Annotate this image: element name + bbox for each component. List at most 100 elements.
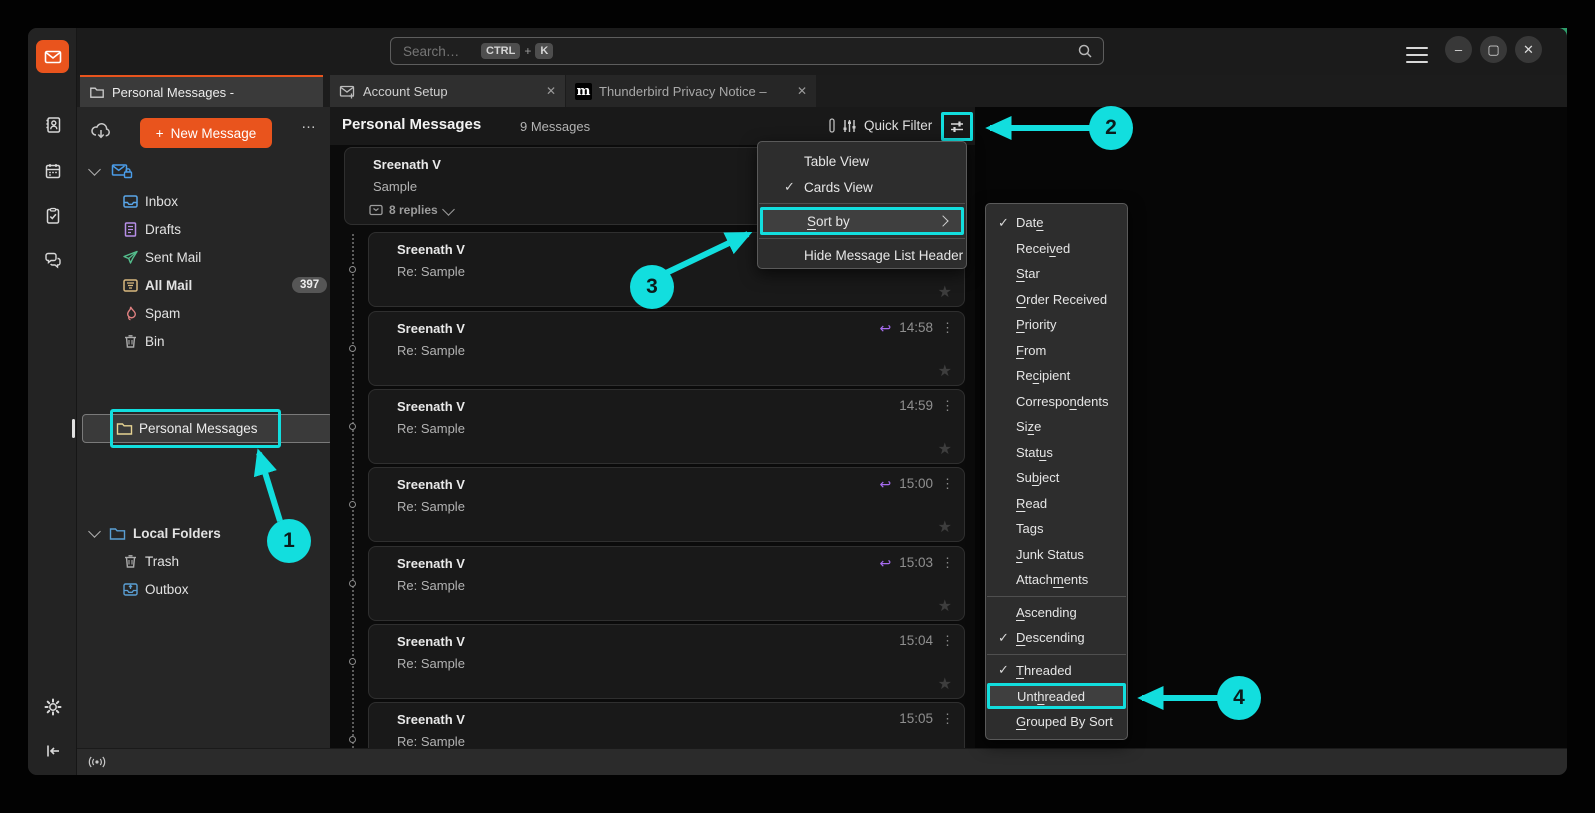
- sidebar-item-all-mail[interactable]: All Mail 397: [77, 271, 330, 299]
- kebab-menu-icon[interactable]: ⋮: [941, 712, 954, 725]
- close-button[interactable]: ✕: [1515, 36, 1542, 63]
- menu-item-recipient[interactable]: Recipient: [986, 363, 1127, 389]
- menu-item-threaded[interactable]: ✓Threaded: [986, 658, 1127, 684]
- sender-name: Sreenath V: [397, 556, 465, 571]
- message-subject: Re: Sample: [397, 578, 465, 593]
- trash-icon: [122, 553, 139, 570]
- message-list-display-options-button[interactable]: [941, 112, 973, 141]
- thread-node: [349, 580, 356, 587]
- app-menu-icon[interactable]: [1406, 42, 1428, 60]
- menu-item-from[interactable]: From: [986, 338, 1127, 364]
- menu-item-label: Unthreaded: [1017, 689, 1085, 704]
- kebab-menu-icon[interactable]: ⋮: [941, 556, 954, 569]
- menu-item-cards-view[interactable]: ✓ Cards View: [758, 174, 966, 200]
- menu-item-label: Hide Message List Header: [804, 248, 963, 263]
- message-card[interactable]: Sreenath V Re: Sample 15:04⋮ ★: [368, 624, 965, 699]
- folder-label: Spam: [145, 306, 180, 321]
- kebab-menu-icon[interactable]: ⋮: [941, 634, 954, 647]
- message-card[interactable]: Sreenath V Re: Sample ↩15:00⋮ ★: [368, 467, 965, 542]
- menu-item-label: Descending: [1016, 630, 1085, 645]
- global-search[interactable]: CTRL + K: [390, 37, 1104, 65]
- menu-item-star[interactable]: Star: [986, 261, 1127, 287]
- menu-item-order-received[interactable]: Order Received: [986, 287, 1127, 313]
- settings-button[interactable]: [36, 690, 69, 723]
- menu-item-correspondents[interactable]: Correspondents: [986, 389, 1127, 415]
- star-icon[interactable]: ★: [938, 439, 952, 459]
- menu-item-hide-message-list-header[interactable]: Hide Message List Header: [758, 242, 966, 268]
- sidebar-item-bin[interactable]: Bin: [77, 327, 330, 355]
- kebab-menu-icon[interactable]: ⋮: [941, 399, 954, 412]
- menu-item-unthreaded[interactable]: Unthreaded: [987, 683, 1126, 709]
- quick-filter-label[interactable]: Quick Filter: [864, 118, 932, 133]
- chevron-down-icon[interactable]: [88, 525, 101, 538]
- message-subject: Re: Sample: [397, 656, 465, 671]
- collapse-toolbar-button[interactable]: [36, 734, 69, 767]
- menu-item-received[interactable]: Received: [986, 236, 1127, 262]
- new-message-button[interactable]: + New Message: [140, 118, 272, 148]
- kebab-menu-icon[interactable]: ⋮: [941, 321, 954, 334]
- sidebar-item-drafts[interactable]: Drafts: [77, 215, 330, 243]
- tab-account-setup[interactable]: Account Setup ✕: [330, 75, 565, 107]
- thread-replies-toggle[interactable]: 8 replies: [369, 203, 453, 217]
- kebab-menu-icon[interactable]: ⋮: [941, 477, 954, 490]
- tab-bar: Personal Messages - Account Setup ✕ m Th…: [77, 75, 1567, 107]
- star-icon[interactable]: ★: [938, 361, 952, 381]
- mail-space-button[interactable]: [36, 40, 69, 73]
- message-card[interactable]: Sreenath V Re: Sample 14:59⋮ ★: [368, 389, 965, 464]
- sidebar-item-inbox[interactable]: Inbox: [77, 187, 330, 215]
- calendar-space-button[interactable]: [36, 154, 69, 187]
- tab-privacy-notice[interactable]: m Thunderbird Privacy Notice – ✕: [566, 75, 816, 107]
- menu-item-size[interactable]: Size: [986, 414, 1127, 440]
- menu-item-grouped-by-sort[interactable]: Grouped By Sort: [986, 709, 1127, 735]
- menu-item-tags[interactable]: Tags: [986, 516, 1127, 542]
- message-subject: Re: Sample: [397, 734, 465, 748]
- sidebar-item-sent[interactable]: Sent Mail: [77, 243, 330, 271]
- sender-name: Sreenath V: [397, 242, 465, 257]
- k-key-badge: K: [535, 43, 553, 59]
- tab-close-icon[interactable]: ✕: [789, 84, 807, 98]
- message-card[interactable]: Sreenath V Re: Sample ↩14:58⋮ ★: [368, 311, 965, 386]
- tab-close-icon[interactable]: ✕: [538, 84, 556, 98]
- message-card[interactable]: Sreenath V Re: Sample 15:05⋮: [368, 702, 965, 748]
- replies-icon: [369, 204, 383, 216]
- message-subject: Re: Sample: [397, 343, 465, 358]
- menu-item-ascending[interactable]: Ascending: [986, 600, 1127, 626]
- minimize-button[interactable]: –: [1445, 36, 1472, 63]
- message-card[interactable]: Sreenath V Re: Sample ↩15:03⋮ ★: [368, 546, 965, 621]
- menu-item-label: Star: [1016, 266, 1040, 281]
- tasks-space-button[interactable]: [36, 199, 69, 232]
- folder-pane-options-icon[interactable]: …: [301, 115, 317, 132]
- annotation-box-personal-messages: [110, 409, 281, 448]
- sidebar-item-outbox[interactable]: Outbox: [77, 575, 330, 603]
- menu-item-subject[interactable]: Subject: [986, 465, 1127, 491]
- search-input[interactable]: [401, 43, 479, 60]
- star-icon[interactable]: ★: [938, 517, 952, 537]
- folder-pane: + New Message … Inbox Drafts Sen: [77, 107, 330, 748]
- check-icon: ✓: [784, 179, 795, 195]
- draft-icon: [122, 221, 139, 238]
- tab-label: Account Setup: [363, 84, 448, 99]
- replied-icon: ↩: [879, 321, 891, 335]
- menu-item-priority[interactable]: Priority: [986, 312, 1127, 338]
- account-row[interactable]: [77, 159, 330, 183]
- menu-item-sort-by[interactable]: Sort by: [760, 207, 964, 235]
- maximize-button[interactable]: ▢: [1480, 36, 1507, 63]
- chevron-down-icon[interactable]: [88, 163, 101, 176]
- star-icon[interactable]: ★: [938, 282, 952, 302]
- menu-item-date[interactable]: ✓Date: [986, 210, 1127, 236]
- star-icon[interactable]: ★: [938, 596, 952, 616]
- tab-personal-messages[interactable]: Personal Messages -: [80, 75, 323, 107]
- star-icon[interactable]: ★: [938, 674, 952, 694]
- get-messages-icon[interactable]: [89, 120, 113, 142]
- menu-item-descending[interactable]: ✓Descending: [986, 625, 1127, 651]
- menu-item-status[interactable]: Status: [986, 440, 1127, 466]
- menu-item-read[interactable]: Read: [986, 491, 1127, 517]
- quick-filter-sliders-icon[interactable]: [841, 118, 858, 134]
- menu-item-junk-status[interactable]: Junk Status: [986, 542, 1127, 568]
- sidebar-item-spam[interactable]: Spam: [77, 299, 330, 327]
- account-mail-lock-icon: [111, 162, 133, 180]
- menu-item-attachments[interactable]: Attachments: [986, 567, 1127, 593]
- chat-space-button[interactable]: [36, 243, 69, 276]
- menu-item-table-view[interactable]: Table View: [758, 148, 966, 174]
- address-book-space-button[interactable]: [36, 108, 69, 141]
